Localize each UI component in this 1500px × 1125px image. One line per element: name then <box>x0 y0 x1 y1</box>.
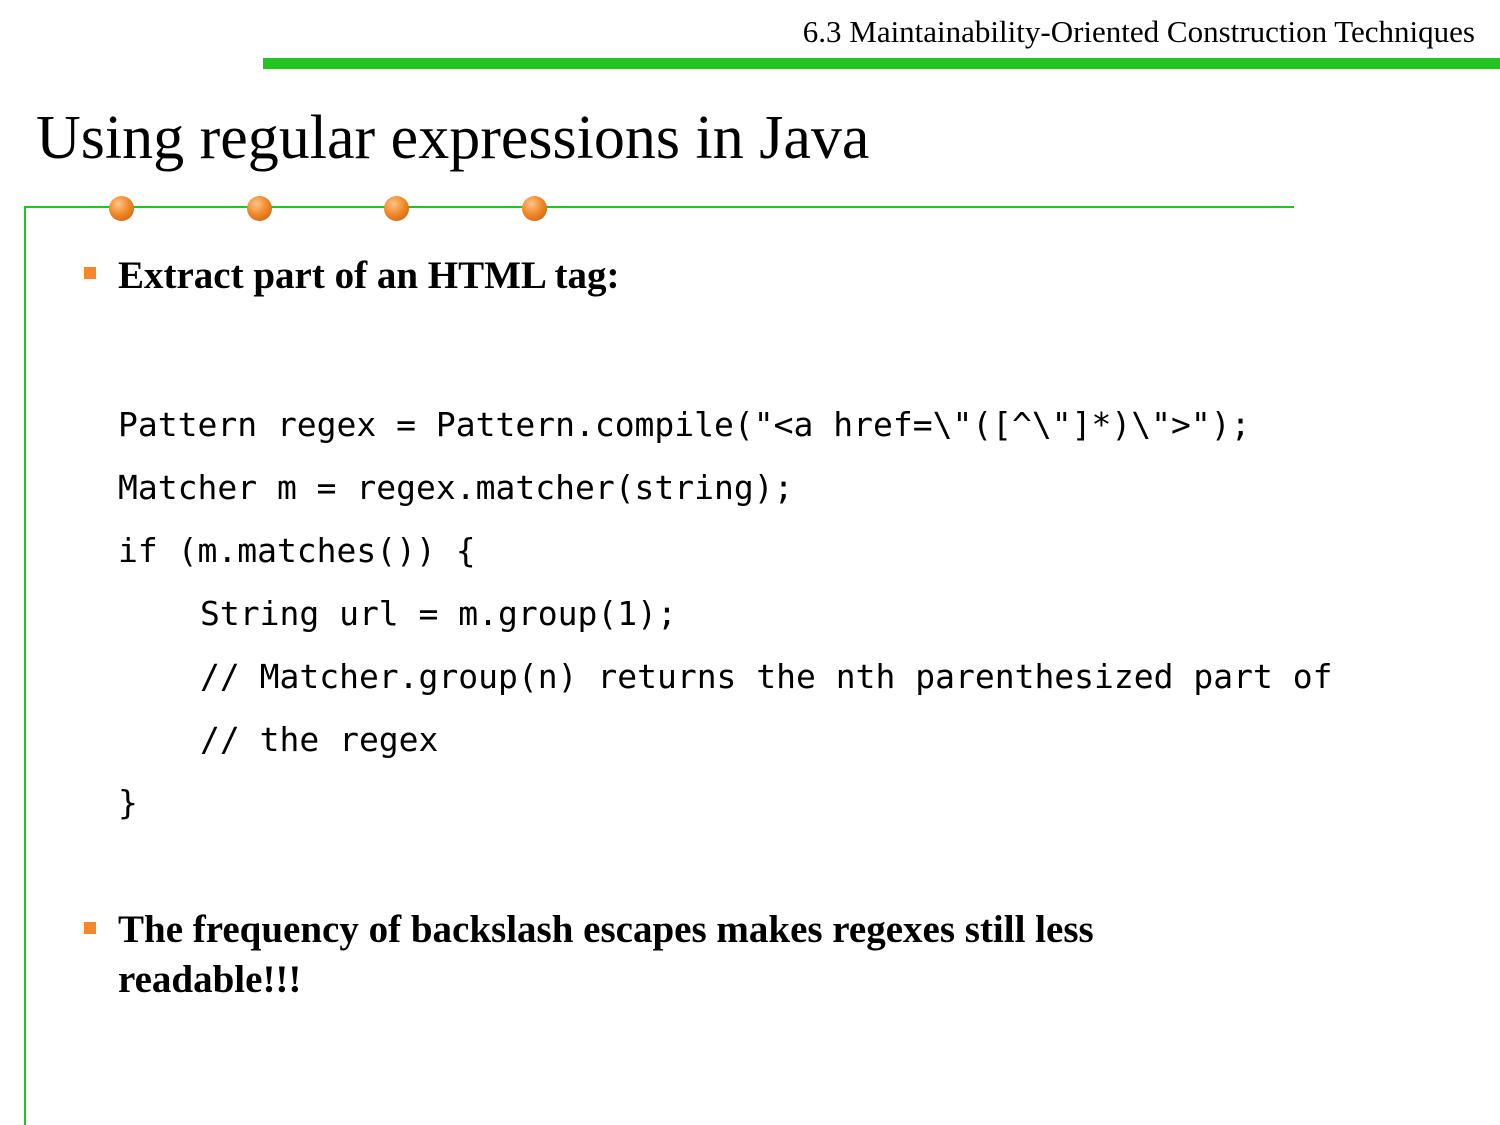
section-header: 6.3 Maintainability-Oriented Constructio… <box>802 14 1475 49</box>
code-line: Matcher m = regex.matcher(string); <box>118 468 794 507</box>
code-line: String url = m.group(1); <box>200 594 677 633</box>
bullet-item: The frequency of backslash escapes makes… <box>118 908 1094 1001</box>
code-line: } <box>118 783 138 822</box>
code-block: Pattern regex = Pattern.compile("<a href… <box>118 393 1332 834</box>
decorative-dot-icon <box>247 196 272 221</box>
slide-title: Using regular expressions in Java <box>36 104 870 172</box>
code-comment-line: // Matcher.group(n) returns the nth pare… <box>200 657 1333 696</box>
code-comment-line: // the regex <box>200 720 439 759</box>
bullet-item: Extract part of an HTML tag: <box>118 254 620 297</box>
decorative-dot-icon <box>384 196 409 221</box>
bullet-square-icon <box>84 267 96 279</box>
decorative-dot-icon <box>522 196 547 221</box>
left-border-line <box>24 206 26 1125</box>
decorative-dot-icon <box>109 196 134 221</box>
code-line: if (m.matches()) { <box>118 531 476 570</box>
header-accent-bar <box>263 58 1500 69</box>
bullet-square-icon <box>84 922 96 934</box>
code-line: Pattern regex = Pattern.compile("<a href… <box>118 405 1251 444</box>
title-divider <box>24 206 1294 208</box>
